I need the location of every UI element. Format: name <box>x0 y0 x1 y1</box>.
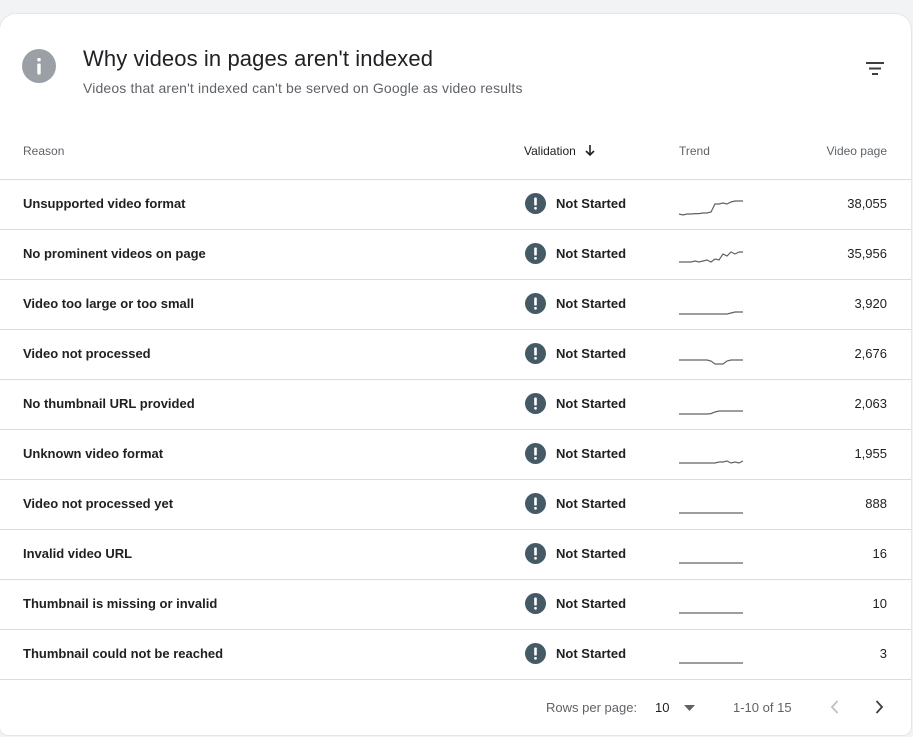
table-row[interactable]: Video not processed Not Started 2,676 <box>0 330 911 380</box>
trend-sparkline <box>679 512 743 514</box>
row-reason: Invalid video URL <box>23 546 133 561</box>
filter-button[interactable] <box>858 54 892 84</box>
row-reason: Video too large or too small <box>23 296 194 311</box>
trend-sparkline <box>679 311 743 315</box>
card-title: Why videos in pages aren't indexed <box>83 46 434 71</box>
trend-sparkline <box>679 251 743 263</box>
row-validation-status: Not Started <box>556 296 627 311</box>
card-header: Why videos in pages aren't indexed Video… <box>0 14 911 124</box>
previous-page-button[interactable] <box>822 694 848 720</box>
row-reason: Unsupported video format <box>23 196 186 211</box>
row-validation-status: Not Started <box>556 246 627 261</box>
trend-sparkline <box>679 662 743 664</box>
table-body: Unsupported video format Not Started 38,05… <box>0 180 911 680</box>
arrow-down-icon <box>585 145 595 157</box>
exclamation-circle-icon <box>525 243 546 264</box>
row-reason: Thumbnail is missing or invalid <box>23 596 218 611</box>
row-validation-status: Not Started <box>556 496 627 511</box>
table-row[interactable]: Unsupported video format Not Started 38,05… <box>0 180 911 230</box>
row-video-page-count: 888 <box>865 496 887 511</box>
info-icon <box>22 49 56 83</box>
row-validation-status: Not Started <box>556 646 627 661</box>
row-video-page-count: 3 <box>879 646 887 661</box>
trend-line <box>679 251 743 263</box>
row-video-page-count: 2,063 <box>854 396 887 411</box>
pagination-footer: Rows per page: 10 1-10 of 15 <box>0 680 911 735</box>
table-row[interactable]: No prominent videos on page Not Started 35… <box>0 230 911 280</box>
rows-per-page-value: 10 <box>655 700 670 715</box>
trend-sparkline <box>679 612 743 614</box>
exclamation-circle-icon <box>525 293 546 314</box>
pagination-range: 1-10 of 15 <box>733 700 792 715</box>
table-row[interactable]: No thumbnail URL provided Not Started 2,06… <box>0 380 911 430</box>
trend-line <box>679 311 743 315</box>
row-video-page-count: 38,055 <box>847 196 887 211</box>
chevron-left-icon <box>830 700 839 714</box>
trend-sparkline <box>679 359 743 365</box>
row-reason: No prominent videos on page <box>23 246 206 261</box>
exclamation-circle-icon <box>525 193 546 214</box>
row-video-page-count: 3,920 <box>854 296 887 311</box>
table-row[interactable]: Invalid video URL Not Started 16 <box>0 530 911 580</box>
row-validation-status: Not Started <box>556 446 627 461</box>
row-reason: Video not processed yet <box>23 496 174 511</box>
row-validation-status: Not Started <box>556 596 627 611</box>
column-header-reason[interactable]: Reason <box>23 144 64 158</box>
row-validation-status: Not Started <box>556 546 627 561</box>
exclamation-circle-icon <box>525 393 546 414</box>
column-header-validation-label: Validation <box>524 144 576 158</box>
trend-line <box>679 359 743 365</box>
column-header-validation[interactable]: Validation <box>524 144 596 158</box>
next-page-button[interactable] <box>866 694 892 720</box>
exclamation-circle-icon <box>525 443 546 464</box>
table-row[interactable]: Video not processed yet Not Started 888 <box>0 480 911 530</box>
row-reason: Video not processed <box>23 346 151 361</box>
trend-sparkline <box>679 410 743 415</box>
exclamation-circle-icon <box>525 343 546 364</box>
trend-sparkline <box>679 562 743 564</box>
row-video-page-count: 10 <box>872 596 887 611</box>
trend-sparkline <box>678 200 743 216</box>
rows-per-page-label: Rows per page: <box>546 700 638 715</box>
rows-per-page-select[interactable]: 10 <box>654 694 700 720</box>
exclamation-circle-icon <box>525 493 546 514</box>
table-header: Reason Validation Trend Video page <box>0 124 911 180</box>
table-row[interactable]: Thumbnail is missing or invalid Not Start… <box>0 580 911 630</box>
row-reason: Unknown video format <box>23 446 164 461</box>
filter-icon <box>866 62 884 75</box>
row-validation-status: Not Started <box>556 196 627 211</box>
table-row[interactable]: Thumbnail could not be reached Not Starte… <box>0 630 911 680</box>
exclamation-circle-icon <box>525 643 546 664</box>
column-header-video-page[interactable]: Video page <box>826 144 887 158</box>
row-reason: Thumbnail could not be reached <box>23 646 224 661</box>
reasons-table: Reason Validation Trend Video page Unsup… <box>0 124 911 680</box>
chevron-right-icon <box>875 700 884 714</box>
table-row[interactable]: Video too large or too small Not Started 3… <box>0 280 911 330</box>
row-video-page-count: 2,676 <box>854 346 887 361</box>
row-validation-status: Not Started <box>556 396 627 411</box>
row-video-page-count: 16 <box>872 546 887 561</box>
table-row[interactable]: Unknown video format Not Started 1,955 <box>0 430 911 480</box>
column-header-trend: Trend <box>679 144 710 158</box>
row-video-page-count: 1,955 <box>854 446 887 461</box>
caret-down-icon <box>684 705 695 711</box>
trend-line <box>679 410 743 415</box>
card-subtitle: Videos that aren't indexed can't be serv… <box>83 80 523 96</box>
row-video-page-count: 35,956 <box>847 246 887 261</box>
row-reason: No thumbnail URL provided <box>23 396 195 411</box>
exclamation-circle-icon <box>525 543 546 564</box>
row-validation-status: Not Started <box>556 346 627 361</box>
trend-sparkline <box>679 460 744 464</box>
exclamation-circle-icon <box>525 593 546 614</box>
trend-line <box>679 460 744 464</box>
trend-line <box>678 200 743 216</box>
report-card: Why videos in pages aren't indexed Video… <box>0 14 911 735</box>
